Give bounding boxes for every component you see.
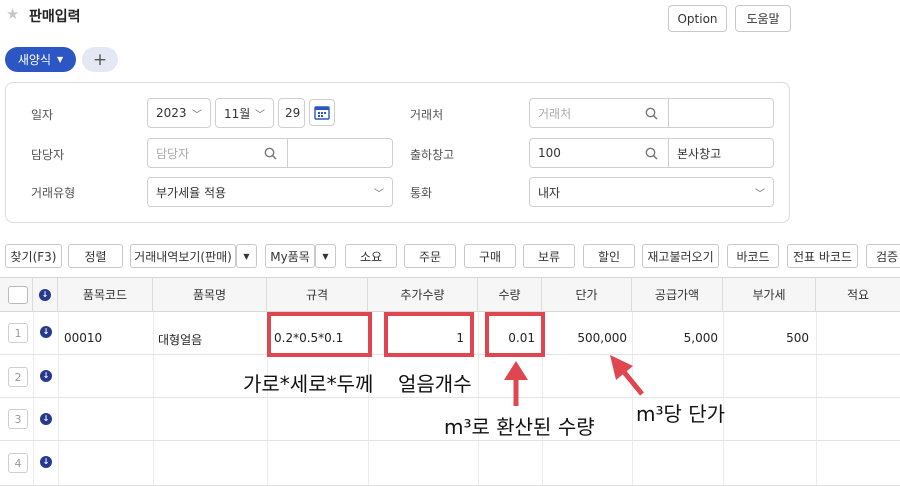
favorite-star-icon[interactable]: ★ — [6, 5, 19, 23]
slip-barcode-button[interactable]: 전표 바코드 — [787, 244, 858, 268]
column-header-item-name[interactable]: 품목명 — [153, 278, 267, 311]
find-button[interactable]: 찾기(F3) — [5, 244, 62, 268]
trade-type-label: 거래유형 — [31, 186, 76, 200]
order-button[interactable]: 주문 — [404, 244, 456, 268]
column-header-supply-amount[interactable]: 공급가액 — [632, 278, 723, 311]
highlight-box-qty — [485, 312, 545, 357]
customer-input[interactable]: 거래처 — [529, 98, 635, 128]
cell-item-name[interactable]: 대형얼음 — [158, 331, 202, 348]
currency-select[interactable]: 내자 ﹀ — [529, 177, 774, 207]
header-arrow-cell: ↓ — [33, 278, 58, 311]
discount-button[interactable]: 할인 — [583, 244, 635, 268]
manager-search-button[interactable] — [253, 138, 288, 168]
caret-down-icon: ▼ — [243, 251, 250, 261]
grid-header: ↓ 품목코드 품목명 규격 추가수량 수량 단가 공급가액 부가세 적요 — [0, 277, 900, 312]
annotation-spec: 가로*세로*두께 — [243, 372, 374, 396]
search-icon — [264, 147, 277, 160]
chevron-down-icon: ﹀ — [755, 189, 765, 200]
calendar-button[interactable] — [309, 99, 335, 126]
row-arrow-icon[interactable]: ↓ — [40, 456, 52, 468]
add-tab-button[interactable]: + — [82, 47, 118, 72]
warehouse-search-button[interactable] — [634, 138, 669, 168]
table-row[interactable] — [0, 441, 900, 486]
column-header-qty[interactable]: 수량 — [478, 278, 542, 311]
manager-label: 담당자 — [31, 148, 65, 162]
title-bar: ★ 판매입력 Option 도움말 — [0, 0, 900, 36]
cell-unit-price[interactable]: 500,000 — [560, 331, 627, 345]
history-dropdown-button[interactable]: ▼ — [236, 244, 257, 268]
year-select[interactable]: 2023 ﹀ — [147, 98, 211, 128]
day-input[interactable]: 29 — [278, 98, 305, 128]
trade-type-select[interactable]: 부가세율 적용 ﹀ — [147, 177, 393, 207]
year-value: 2023 — [156, 106, 187, 120]
column-header-item-code[interactable]: 품목코드 — [58, 278, 153, 311]
warehouse-label: 출하창고 — [410, 148, 455, 162]
annotation-unit-price: m³당 단가 — [636, 402, 726, 426]
manager-input[interactable]: 담당자 — [147, 138, 254, 168]
row-arrow-icon[interactable]: ↓ — [40, 413, 52, 425]
annotation-qty: m³로 환산된 수량 — [444, 415, 595, 439]
my-items-dropdown-button[interactable]: ▼ — [315, 244, 336, 268]
row-number: 1 — [8, 323, 28, 343]
currency-label: 통화 — [410, 186, 433, 200]
row-number: 4 — [8, 453, 28, 473]
date-label: 일자 — [31, 108, 54, 122]
customer-name-field[interactable] — [668, 98, 774, 128]
highlight-box-spec — [267, 312, 372, 357]
warehouse-code-input[interactable]: 100 — [529, 138, 635, 168]
caret-down-icon: ▼ — [322, 251, 329, 261]
search-icon — [645, 147, 658, 160]
month-select[interactable]: 11월 ﹀ — [215, 98, 274, 128]
row-number: 3 — [8, 409, 28, 429]
warehouse-name-field[interactable]: 본사창고 — [668, 138, 774, 168]
cell-vat[interactable]: 500 — [740, 331, 809, 345]
tab-new-form-label: 새양식 — [17, 53, 51, 67]
consume-button[interactable]: 소요 — [345, 244, 397, 268]
row-arrow-icon[interactable]: ↓ — [40, 370, 52, 382]
month-value: 11월 — [224, 106, 251, 121]
column-header-extra-qty[interactable]: 추가수량 — [368, 278, 478, 311]
chevron-down-icon: ▼ — [56, 55, 64, 64]
column-header-vat[interactable]: 부가세 — [723, 278, 816, 311]
customer-search-button[interactable] — [634, 98, 669, 128]
search-icon — [645, 107, 658, 120]
highlight-box-extra-qty — [384, 312, 474, 357]
arrow-down-icon[interactable]: ↓ — [39, 288, 51, 301]
cell-supply-amount[interactable]: 5,000 — [650, 331, 718, 345]
column-header-unit-price[interactable]: 단가 — [542, 278, 632, 311]
annotation-extra-qty: 얼음개수 — [398, 372, 472, 396]
row-number: 2 — [8, 367, 28, 387]
row-arrow-icon[interactable]: ↓ — [40, 326, 52, 338]
sort-button[interactable]: 정렬 — [68, 244, 123, 268]
chevron-down-icon: ﹀ — [374, 189, 384, 200]
restock-load-button[interactable]: 재고불러오기 — [642, 244, 719, 268]
tab-new-form[interactable]: 새양식 ▼ — [5, 47, 76, 72]
page-title: 판매입력 — [29, 9, 81, 25]
cell-item-code[interactable]: 00010 — [64, 331, 102, 345]
history-button[interactable]: 거래내역보기(판매) — [130, 244, 236, 268]
customer-label: 거래처 — [410, 108, 444, 122]
purchase-button[interactable]: 구매 — [464, 244, 516, 268]
help-button[interactable]: 도움말 — [735, 5, 791, 32]
currency-value: 내자 — [538, 185, 561, 200]
trade-type-value: 부가세율 적용 — [156, 185, 227, 200]
barcode-button[interactable]: 바코드 — [727, 244, 779, 268]
hold-button[interactable]: 보류 — [523, 244, 575, 268]
option-button[interactable]: Option — [668, 5, 727, 32]
column-header-spec[interactable]: 규격 — [267, 278, 368, 311]
chevron-down-icon: ﹀ — [192, 110, 202, 121]
calendar-icon — [314, 106, 330, 120]
chevron-down-icon: ﹀ — [255, 110, 265, 121]
verify-button[interactable]: 검증 — [866, 244, 900, 268]
column-header-memo[interactable]: 적요 — [816, 278, 900, 311]
manager-name-field[interactable] — [287, 138, 393, 168]
select-all-checkbox[interactable] — [8, 286, 28, 304]
my-items-button[interactable]: My품목 — [265, 244, 315, 268]
